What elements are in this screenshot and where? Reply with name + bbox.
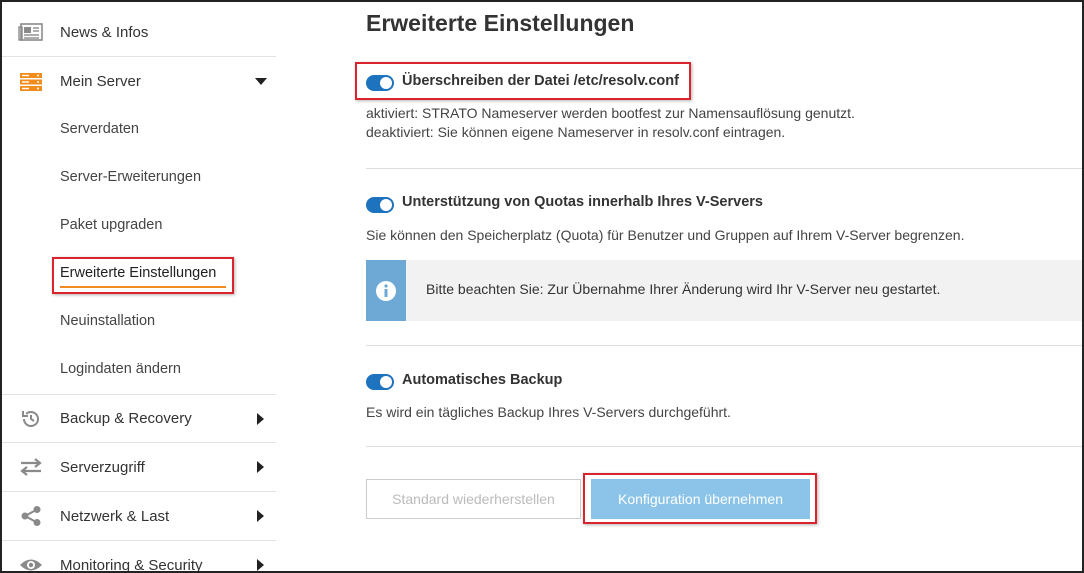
info-text: Bitte beachten Sie: Zur Übernahme Ihrer …: [426, 281, 941, 297]
sidebar-sub-item-server-erweiterungen[interactable]: Server-Erweiterungen: [60, 169, 201, 185]
sidebar-item-mein-server[interactable]: Mein Server: [2, 57, 276, 106]
sidebar-sub-item-serverdaten[interactable]: Serverdaten: [60, 121, 139, 137]
auto-backup-toggle[interactable]: [366, 374, 394, 390]
sidebar-item-monitoring-security[interactable]: Monitoring & Security: [2, 541, 276, 573]
reset-defaults-button[interactable]: Standard wiederherstellen: [366, 479, 581, 519]
sidebar-item-news[interactable]: News & Infos: [2, 8, 276, 57]
sidebar-item-label: Backup & Recovery: [60, 410, 192, 427]
sidebar-sub-item-logindaten[interactable]: Logindaten ändern: [60, 361, 181, 377]
info-box: Bitte beachten Sie: Zur Übernahme Ihrer …: [366, 260, 1082, 321]
setting-title: Überschreiben der Datei /etc/resolv.conf: [402, 73, 679, 89]
sidebar-item-label: News & Infos: [60, 23, 149, 41]
divider: [366, 345, 1082, 346]
sidebar-item-label: Netzwerk & Last: [60, 507, 170, 525]
sidebar-item-netzwerk-last[interactable]: Netzwerk & Last: [2, 492, 276, 541]
sidebar-item-label: Mein Server: [60, 73, 141, 90]
highlight-box: [52, 257, 234, 294]
caret-right-icon[interactable]: [246, 510, 276, 522]
caret-right-icon[interactable]: [246, 559, 276, 571]
setting-description: Es wird ein tägliches Backup Ihres V-Ser…: [366, 404, 731, 420]
eye-icon: [2, 557, 60, 571]
info-icon: [366, 260, 406, 321]
sidebar-sub-item-paket-upgraden[interactable]: Paket upgraden: [60, 217, 162, 233]
quota-toggle[interactable]: [366, 197, 394, 213]
setting-description: deaktiviert: Sie können eigene Nameserve…: [366, 124, 786, 140]
setting-title: Unterstützung von Quotas innerhalb Ihres…: [402, 194, 763, 210]
window-frame: News & Infos Mein Server Serverdaten Ser…: [0, 0, 1084, 573]
sidebar-item-serverzugriff[interactable]: Serverzugriff: [2, 443, 276, 492]
sidebar-item-backup-recovery[interactable]: Backup & Recovery: [2, 394, 276, 443]
page-title: Erweiterte Einstellungen: [366, 10, 635, 36]
setting-description: Sie können den Speicherplatz (Quota) für…: [366, 227, 965, 243]
sidebar-sub-item-neuinstallation[interactable]: Neuinstallation: [60, 313, 155, 329]
server-icon: [2, 72, 60, 92]
setting-title: Automatisches Backup: [402, 372, 563, 388]
apply-config-button[interactable]: Konfiguration übernehmen: [591, 479, 810, 519]
caret-right-icon[interactable]: [246, 461, 276, 473]
transfer-arrows-icon: [2, 458, 60, 476]
divider: [366, 168, 1082, 169]
divider: [366, 446, 1082, 447]
share-network-icon: [2, 505, 60, 527]
caret-right-icon[interactable]: [246, 412, 276, 425]
newspaper-icon: [2, 22, 60, 42]
main-content: Erweiterte Einstellungen Überschreiben d…: [355, 2, 1082, 571]
sidebar-item-label: Serverzugriff: [60, 458, 145, 476]
resolv-conf-toggle[interactable]: [366, 75, 394, 91]
setting-description: aktiviert: STRATO Nameserver werden boot…: [366, 105, 855, 121]
sidebar: News & Infos Mein Server Serverdaten Ser…: [2, 2, 276, 573]
history-icon: [2, 408, 60, 430]
sidebar-item-label: Monitoring & Security: [60, 556, 203, 573]
caret-down-icon[interactable]: [246, 77, 276, 86]
